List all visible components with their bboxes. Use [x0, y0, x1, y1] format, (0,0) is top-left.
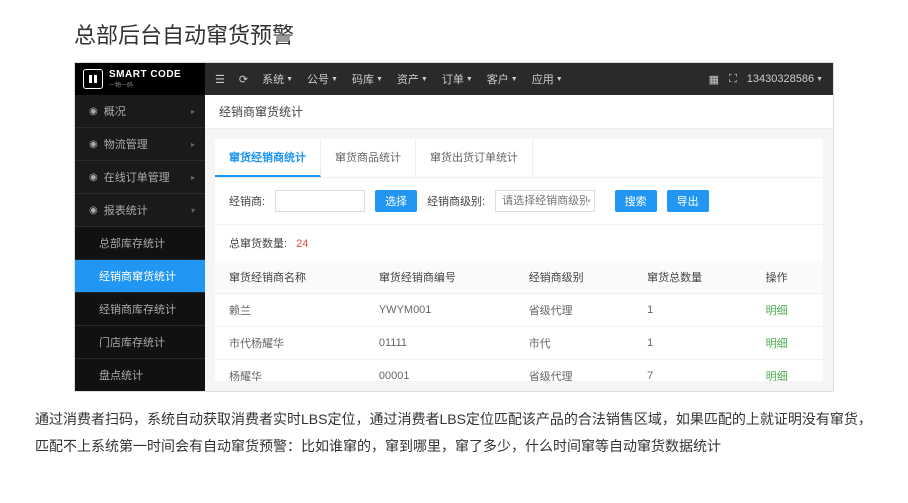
table-cell: YWYM001 — [365, 294, 515, 327]
count-bar: 总窜货数量: 24 — [215, 225, 823, 261]
dealer-label: 经销商: — [229, 193, 265, 209]
table-row: 杨耀华00001省级代理7 明细 — [215, 360, 823, 382]
table-cell: 省级代理 — [515, 294, 633, 327]
main-area: ☰ ⟳ 系统 ▼ 公号 ▼ 码库 ▼ 资产 ▼ 订单 ▼ 客户 ▼ 应用 ▼ ▦ ⛶ 134… — [205, 63, 833, 391]
menu-dot-icon: ◉ — [89, 205, 98, 216]
table-header: 经销商级别 — [515, 261, 633, 294]
search-button[interactable]: 搜索 — [615, 190, 657, 212]
sidebar-item-label: 经销商窜货统计 — [99, 268, 176, 284]
logo-name: SMART CODE — [109, 69, 181, 80]
sidebar-item-label: 经销商库存统计 — [99, 301, 176, 317]
breadcrumb: 经销商窜货统计 — [205, 95, 833, 129]
table-header: 操作 — [752, 261, 823, 294]
sidebar-item[interactable]: 经销商库存统计 — [75, 293, 205, 326]
table-cell: 7 — [633, 360, 751, 382]
refresh-icon[interactable]: ⟳ — [239, 73, 248, 86]
detail-link[interactable]: 明细 — [766, 338, 788, 350]
sidebar-item-label: 盘点统计 — [99, 367, 143, 383]
table-cell: 1 — [633, 294, 751, 327]
table-cell: 00001 — [365, 360, 515, 382]
table-cell: 市代 — [515, 327, 633, 360]
table-cell: 市代杨耀华 — [215, 327, 365, 360]
logo-icon — [83, 69, 103, 89]
sidebar-item-label: 物流管理 — [104, 136, 148, 152]
detail-link[interactable]: 明细 — [766, 371, 788, 381]
dealer-input[interactable] — [275, 190, 365, 212]
chevron-right-icon: ▸ — [191, 107, 195, 116]
sidebar-item[interactable]: ◉ 在线订单管理 ▸ — [75, 161, 205, 194]
table-cell: 杨耀华 — [215, 360, 365, 382]
page-title: 总部后台自动窜货预警 — [0, 0, 908, 62]
topbar-menu-item[interactable]: 应用 ▼ — [532, 71, 563, 87]
content-tab[interactable]: 窜货商品统计 — [321, 139, 416, 177]
table-header: 窜货经销商名称 — [215, 261, 365, 294]
topbar-menu-item[interactable]: 资产 ▼ — [397, 71, 428, 87]
topbar-menu-item[interactable]: 订单 ▼ — [442, 71, 473, 87]
sidebar-item[interactable]: 门店库存统计 — [75, 326, 205, 359]
table-row: 市代杨耀华01111市代1 明细 — [215, 327, 823, 360]
content-tabs: 窜货经销商统计窜货商品统计窜货出货订单统计 — [215, 139, 823, 178]
level-label: 经销商级别: — [427, 193, 485, 209]
sidebar-item[interactable]: ◉ 概况 ▸ — [75, 95, 205, 128]
menu-dot-icon: ◉ — [89, 106, 98, 117]
description-text: 通过消费者扫码，系统自动获取消费者实时LBS定位，通过消费者LBS定位匹配该产品… — [0, 392, 908, 459]
level-select[interactable] — [495, 190, 595, 212]
logo-bar: SMART CODE 一物一码 — [75, 63, 205, 95]
content-panel: 窜货经销商统计窜货商品统计窜货出货订单统计 经销商: 选择 经销商级别: ▾ 搜… — [215, 139, 823, 381]
select-button[interactable]: 选择 — [375, 190, 417, 212]
sidebar-item[interactable]: ◉ 报表统计 ▾ — [75, 194, 205, 227]
export-button[interactable]: 导出 — [667, 190, 709, 212]
count-value: 24 — [296, 238, 308, 250]
sidebar-item[interactable]: 经销商窜货统计 — [75, 260, 205, 293]
chevron-down-icon: ▾ — [587, 197, 591, 205]
chevron-down-icon: ▾ — [191, 206, 195, 215]
app-window: SMART CODE 一物一码 ◉ 概况 ▸ ◉ 物流管理 ▸ ◉ 在线订单管理 ▸ ◉ 报表统计 ▾… — [74, 62, 834, 392]
sidebar-item[interactable]: ◉ 物流管理 ▸ — [75, 128, 205, 161]
count-label: 总窜货数量: — [229, 238, 287, 250]
menu-dot-icon: ◉ — [89, 172, 98, 183]
menu-dot-icon: ◉ — [89, 139, 98, 150]
topbar-menu-item[interactable]: 码库 ▼ — [352, 71, 383, 87]
table-cell: 01111 — [365, 327, 515, 360]
sidebar-item[interactable]: 总部库存统计 — [75, 227, 205, 260]
chevron-right-icon: ▸ — [191, 173, 195, 182]
sidebar-item-label: 报表统计 — [104, 202, 148, 218]
data-table: 窜货经销商名称窜货经销商编号经销商级别窜货总数量操作 赖兰YWYM001省级代理… — [215, 261, 823, 381]
sidebar-item-label: 总部库存统计 — [99, 235, 165, 251]
sidebar-item[interactable]: 盘点统计 — [75, 359, 205, 391]
sidebar-item-label: 在线订单管理 — [104, 169, 170, 185]
topbar-menu-item[interactable]: 系统 ▼ — [262, 71, 293, 87]
table-row: 赖兰YWYM001省级代理1 明细 — [215, 294, 823, 327]
sidebar: SMART CODE 一物一码 ◉ 概况 ▸ ◉ 物流管理 ▸ ◉ 在线订单管理 ▸ ◉ 报表统计 ▾… — [75, 63, 205, 391]
table-header: 窜货经销商编号 — [365, 261, 515, 294]
grid-icon[interactable]: ▦ — [709, 73, 719, 86]
sidebar-item-label: 概况 — [104, 103, 126, 119]
menu-icon[interactable]: ☰ — [215, 73, 225, 86]
user-phone[interactable]: 13430328586 ▼ — [747, 73, 823, 85]
table-cell: 赖兰 — [215, 294, 365, 327]
topbar: ☰ ⟳ 系统 ▼ 公号 ▼ 码库 ▼ 资产 ▼ 订单 ▼ 客户 ▼ 应用 ▼ ▦ ⛶ 134… — [205, 63, 833, 95]
logo-sub: 一物一码 — [109, 80, 181, 89]
topbar-menu-item[interactable]: 公号 ▼ — [307, 71, 338, 87]
table-cell: 省级代理 — [515, 360, 633, 382]
table-header: 窜货总数量 — [633, 261, 751, 294]
detail-link[interactable]: 明细 — [766, 305, 788, 317]
filter-bar: 经销商: 选择 经销商级别: ▾ 搜索 导出 — [215, 178, 823, 225]
content-tab[interactable]: 窜货经销商统计 — [215, 139, 321, 177]
chevron-right-icon: ▸ — [191, 140, 195, 149]
sidebar-item-label: 门店库存统计 — [99, 334, 165, 350]
content-tab[interactable]: 窜货出货订单统计 — [416, 139, 533, 177]
table-cell: 1 — [633, 327, 751, 360]
topbar-menu-item[interactable]: 客户 ▼ — [487, 71, 518, 87]
expand-icon[interactable]: ⛶ — [729, 73, 737, 86]
